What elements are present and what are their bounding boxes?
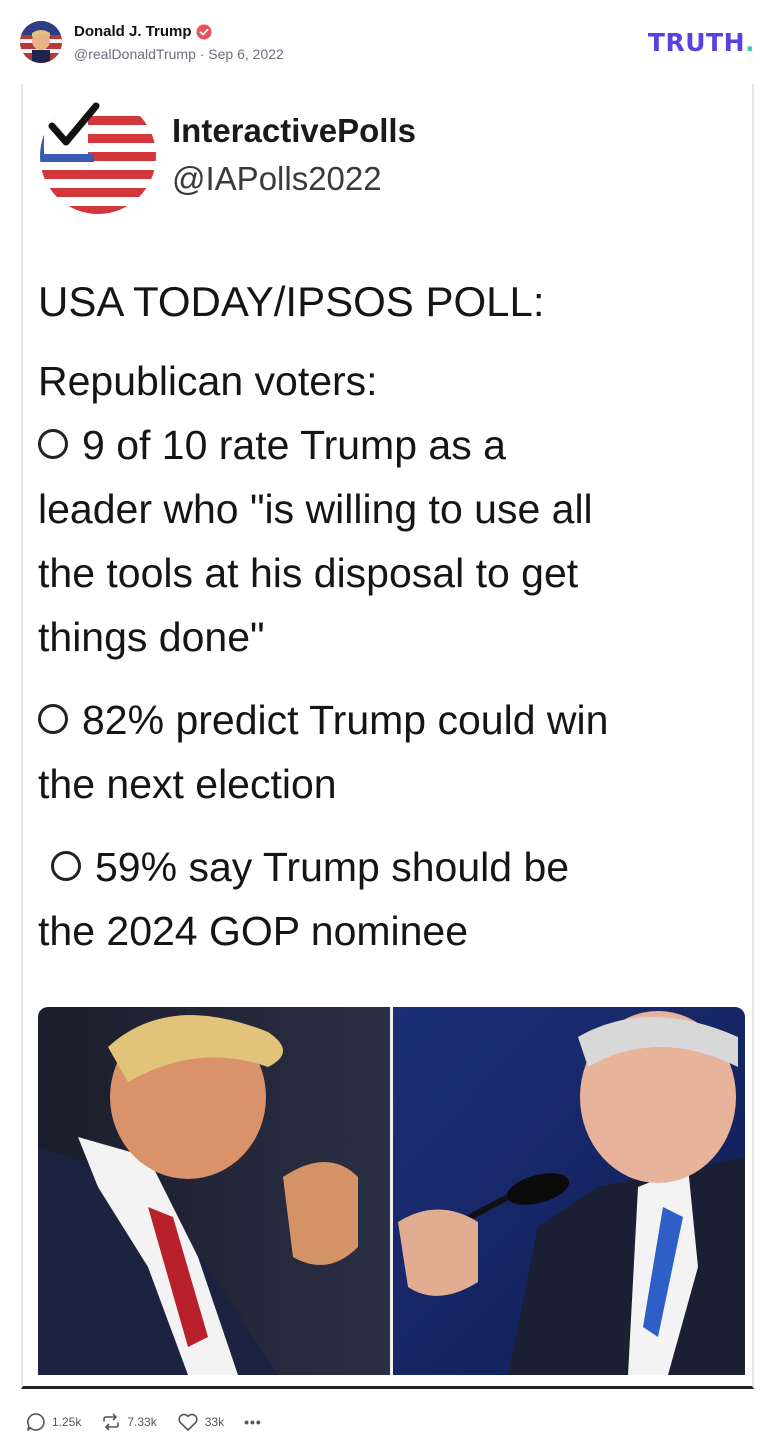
reply-count: 1.25k [52,1415,82,1429]
more-options-button[interactable]: ••• [244,1414,262,1430]
author-name-text: Donald J. Trump [74,23,192,40]
bullet-line: 59% say Trump should be [38,835,748,899]
bullet-line: leader who "is willing to use all [38,486,593,532]
bullet-line: the 2024 GOP nominee [38,908,469,954]
reply-button[interactable]: 1.25k [26,1412,81,1432]
bullet-text: 59% say Trump should be [95,844,570,890]
interactive-polls-logo-icon [40,98,156,214]
like-button[interactable]: 33k [177,1412,224,1432]
brand-word: TRUTH [647,28,745,57]
bullet-line: the next election [38,761,337,807]
post-header: Donald J. Trump @realDonaldTrump · Sep 6… [0,0,777,80]
retruth-count: 7.33k [127,1415,157,1429]
radio-circle-icon [38,429,68,460]
poll-bullet: 82% predict Trump could win the next ele… [38,688,748,816]
retruth-icon [103,1413,120,1431]
heart-icon [178,1413,198,1431]
more-icon: ••• [244,1414,262,1430]
poll-account-name: InteractivePolls [172,112,416,149]
bullet-text: 82% predict Trump could win [82,697,609,743]
verified-badge-icon [196,24,212,39]
poll-title: USA TODAY/IPSOS POLL: [38,278,545,325]
reply-icon [27,1413,45,1431]
poll-bullet: 9 of 10 rate Trump as a leader who "is w… [38,413,748,669]
author-name[interactable]: Donald J. Trump [74,23,212,40]
radio-circle-icon [38,704,68,735]
debate-photo [38,1007,745,1375]
post-actions: 1.25k 7.33k 33k ••• [26,1410,282,1434]
radio-circle-icon [51,851,81,882]
bullet-line: things done" [38,614,265,660]
poll-account-handle: @IAPolls2022 [172,160,382,197]
post-media-image[interactable]: InteractivePolls @IAPolls2022 USA TODAY/… [21,84,754,1389]
bullet-line: 9 of 10 rate Trump as a [38,413,748,477]
like-count: 33k [204,1415,225,1429]
handle-and-date[interactable]: @realDonaldTrump · Sep 6, 2022 [74,46,284,62]
bullet-line: 82% predict Trump could win [38,688,748,752]
brand-dot: . [745,28,755,57]
poll-subtitle: Republican voters: [38,358,378,404]
bullet-text: 9 of 10 rate Trump as a [82,422,506,468]
bullet-line: the tools at his disposal to get [38,550,579,596]
truth-logo[interactable]: TRUTH. [648,28,755,57]
poll-bullet: 59% say Trump should be the 2024 GOP nom… [38,835,748,963]
avatar[interactable] [20,21,62,63]
retruth-button[interactable]: 7.33k [101,1412,157,1432]
